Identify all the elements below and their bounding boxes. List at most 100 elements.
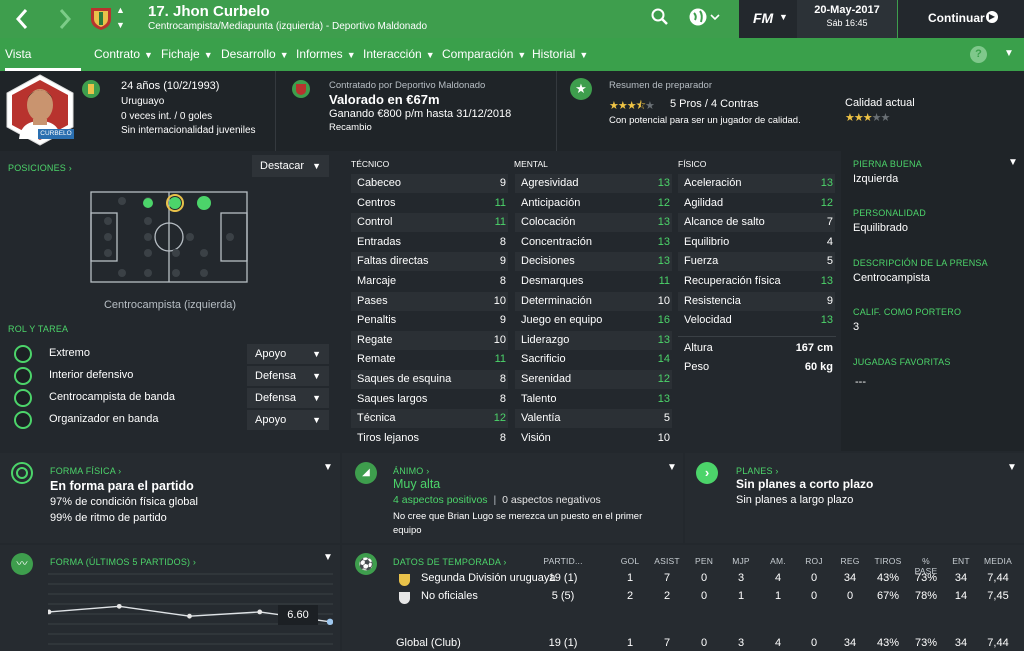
tab-fichaje[interactable]: Fichaje ▼ (161, 38, 213, 71)
stats-column-header[interactable]: ROJ (800, 556, 828, 566)
attribute-name[interactable]: Técnica (357, 409, 396, 428)
competition-name[interactable]: No oficiales (421, 590, 478, 602)
attribute-name[interactable]: Penaltis (357, 311, 396, 330)
attribute-name[interactable]: Determinación (521, 292, 592, 311)
fm-menu-button[interactable]: FM ▼ (739, 0, 797, 38)
duty-dropdown[interactable]: Defensa ▼ (247, 388, 329, 408)
attribute-name[interactable]: Tiros lejanos (357, 429, 419, 448)
stats-column-header[interactable]: REG (836, 556, 864, 566)
stats-column-header[interactable]: ASIST (651, 556, 683, 566)
tab-comparacion[interactable]: Comparación ▼ (442, 38, 526, 71)
help-icon[interactable]: ? (970, 46, 987, 63)
attribute-name[interactable]: Sacrificio (521, 350, 566, 369)
stats-column-header[interactable]: TIROS (872, 556, 904, 566)
player-nationality: Uruguayo (121, 96, 165, 107)
attribute-name[interactable]: Colocación (521, 213, 575, 232)
stats-column-header[interactable]: GOL (616, 556, 644, 566)
options-chevron-icon[interactable]: ▼ (1004, 48, 1014, 59)
attribute-name[interactable]: Faltas directas (357, 252, 429, 271)
attribute-name[interactable]: Fuerza (684, 252, 718, 271)
tab-historial[interactable]: Historial ▼ (532, 38, 588, 71)
attribute-name[interactable]: Anticipación (521, 194, 580, 213)
attribute-name[interactable]: Alcance de salto (684, 213, 765, 232)
tab-vista-general[interactable]: Vista general▼ (5, 38, 81, 94)
morale-negative[interactable]: 0 aspectos negativos (502, 494, 601, 506)
season-stats-label[interactable]: DATOS DE TEMPORADA › (393, 557, 507, 567)
stats-column-header[interactable]: PEN (690, 556, 718, 566)
attribute-name[interactable]: Pases (357, 292, 388, 311)
player-switch-down-icon[interactable]: ▼ (116, 20, 125, 30)
tab-interaccion[interactable]: Interacción ▼ (363, 38, 435, 71)
search-icon[interactable] (651, 8, 669, 26)
form-point[interactable] (116, 603, 122, 609)
attribute-name[interactable]: Talento (521, 390, 556, 409)
side-chevron-icon[interactable]: ▼ (1008, 157, 1018, 168)
attribute-name[interactable]: Centros (357, 194, 396, 213)
attribute-name[interactable]: Aceleración (684, 174, 741, 193)
stats-column-header[interactable]: PARTID... (533, 556, 593, 566)
weight-value: 60 kg (804, 361, 833, 373)
player-switch-up-icon[interactable]: ▲ (116, 5, 125, 15)
attribute-name[interactable]: Recuperación física (684, 272, 781, 291)
attribute-name[interactable]: Liderazgo (521, 331, 569, 350)
back-arrow-icon[interactable] (12, 7, 32, 31)
attribute-name[interactable]: Desmarques (521, 272, 583, 291)
tab-contrato[interactable]: Contrato ▼ (94, 38, 153, 71)
form-point[interactable] (187, 613, 192, 619)
role-row[interactable]: Organizador en banda Apoyo ▼ (0, 409, 332, 431)
plans-label[interactable]: PLANES › (736, 466, 779, 476)
attribute-name[interactable]: Valentía (521, 409, 561, 428)
form-point[interactable] (326, 618, 333, 626)
tab-informes[interactable]: Informes ▼ (296, 38, 356, 71)
attribute-name[interactable]: Regate (357, 331, 392, 350)
duty-dropdown[interactable]: Apoyo ▼ (247, 410, 329, 430)
stats-column-header[interactable]: ENT (947, 556, 975, 566)
date-display[interactable]: 20-May-2017 Sáb 16:45 (797, 0, 897, 38)
fitness-chevron-icon[interactable]: ▼ (323, 462, 333, 473)
club-badge-icon[interactable] (90, 6, 112, 31)
attribute-name[interactable]: Cabeceo (357, 174, 401, 193)
form-chevron-icon[interactable]: ▼ (323, 552, 333, 563)
attribute-name[interactable]: Juego en equipo (521, 311, 602, 330)
form-label[interactable]: FORMA (ÚLTIMOS 5 PARTIDOS) › (50, 557, 196, 567)
stats-column-header[interactable]: MEDIA (980, 556, 1016, 566)
stats-column-header[interactable]: MJP (727, 556, 755, 566)
attribute-name[interactable]: Velocidad (684, 311, 732, 330)
attribute-name[interactable]: Remate (357, 350, 396, 369)
tab-desarrollo[interactable]: Desarrollo ▼ (221, 38, 289, 71)
attribute-name[interactable]: Saques de esquina (357, 370, 451, 389)
attribute-name[interactable]: Serenidad (521, 370, 571, 389)
highlight-dropdown[interactable]: Destacar ▼ (252, 155, 329, 177)
globe-icon[interactable] (689, 7, 721, 27)
continue-button[interactable]: Continuar ▶ (898, 0, 1024, 38)
attribute-name[interactable]: Visión (521, 429, 551, 448)
role-row[interactable]: Interior defensivo Defensa ▼ (0, 365, 332, 387)
potential-stars: ★★★⯪★ (609, 100, 655, 112)
attribute-name[interactable]: Marcaje (357, 272, 396, 291)
stats-column-header[interactable]: AM. (764, 556, 792, 566)
duty-dropdown[interactable]: Defensa ▼ (247, 366, 329, 386)
attribute-name[interactable]: Agresividad (521, 174, 578, 193)
morale-positive[interactable]: 4 aspectos positivos (393, 494, 488, 506)
attribute-name[interactable]: Agilidad (684, 194, 723, 213)
chevron-down-icon: ▼ (312, 349, 321, 359)
positions-label[interactable]: POSICIONES › (8, 163, 72, 173)
duty-dropdown[interactable]: Apoyo ▼ (247, 344, 329, 364)
morale-label[interactable]: ÁNIMO › (393, 466, 429, 476)
attribute-name[interactable]: Equilibrio (684, 233, 729, 252)
plans-chevron-icon[interactable]: ▼ (1007, 462, 1017, 473)
attribute-name[interactable]: Control (357, 213, 392, 232)
attribute-name[interactable]: Entradas (357, 233, 401, 252)
attribute-name[interactable]: Resistencia (684, 292, 741, 311)
morale-chevron-icon[interactable]: ▼ (667, 462, 677, 473)
forward-arrow-icon[interactable] (55, 7, 75, 31)
role-row[interactable]: Extremo Apoyo ▼ (0, 343, 332, 365)
attribute-value: 11 (494, 353, 506, 366)
foot-label: PIERNA BUENA (853, 159, 922, 169)
attribute-name[interactable]: Concentración (521, 233, 592, 252)
attribute-name[interactable]: Saques largos (357, 390, 427, 409)
form-point[interactable] (257, 609, 263, 615)
role-row[interactable]: Centrocampista de banda Defensa ▼ (0, 387, 332, 409)
fitness-label[interactable]: FORMA FÍSICA › (50, 466, 121, 476)
attribute-name[interactable]: Decisiones (521, 252, 575, 271)
